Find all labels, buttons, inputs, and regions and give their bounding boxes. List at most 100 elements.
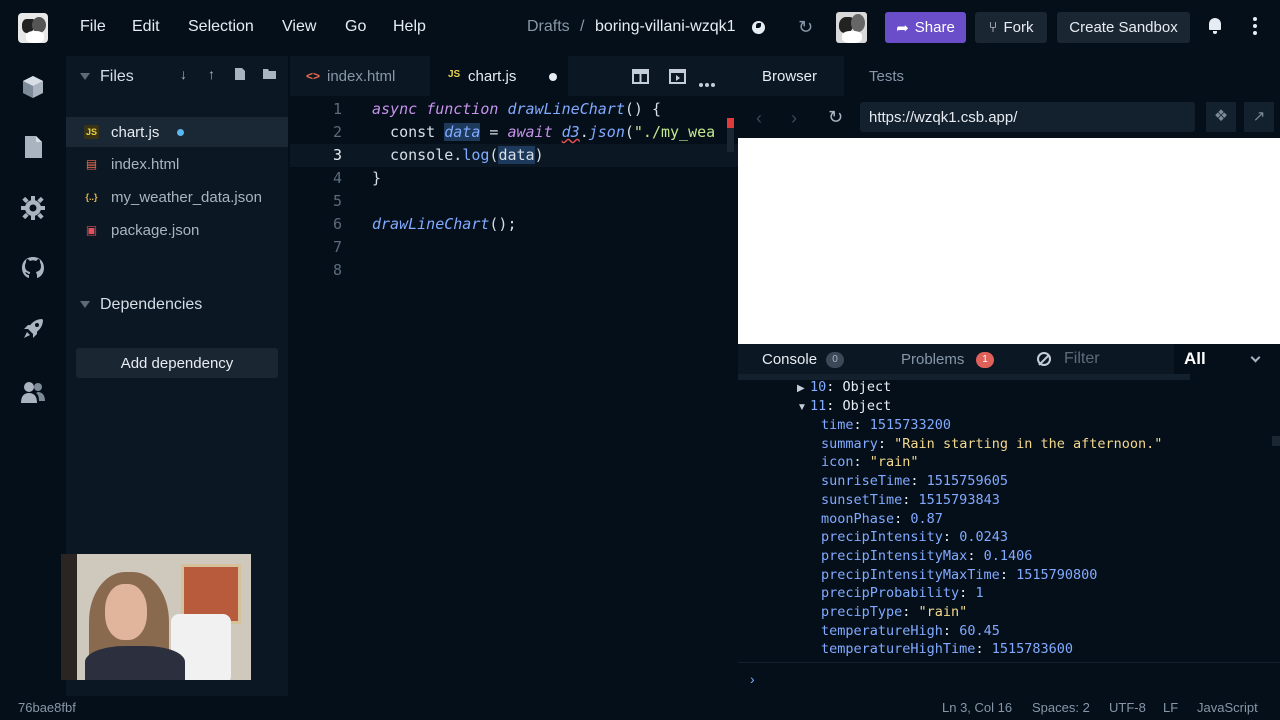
files-section-title[interactable]: Files — [100, 68, 134, 86]
field-key: sunriseTime — [821, 473, 911, 490]
menu-help[interactable]: Help — [393, 18, 426, 36]
object-field: sunriseTime: 1515759605 — [821, 473, 1008, 490]
line-number: 7 — [332, 238, 342, 256]
back-arrow-icon[interactable]: ‹ — [756, 108, 762, 129]
menu-view[interactable]: View — [282, 18, 316, 36]
menu-file[interactable]: File — [80, 18, 106, 36]
field-value: "rain" — [869, 454, 919, 471]
split-view-icon[interactable] — [632, 69, 649, 88]
share-button[interactable]: ➦ Share — [885, 12, 966, 43]
tab-index-html[interactable]: <> index.html — [290, 56, 430, 96]
share-icon: ➦ — [896, 19, 909, 37]
language-mode[interactable]: JavaScript — [1197, 700, 1258, 715]
tab-tests[interactable]: Tests — [844, 56, 944, 96]
clear-console-icon[interactable] — [1037, 352, 1051, 366]
field-key: sunsetTime — [821, 491, 903, 508]
console-entry-collapsed[interactable]: 10: Object — [810, 379, 891, 398]
code-line: 1 async function drawLineChart() { — [290, 98, 738, 121]
url-text: https://wzqk1.csb.app/ — [869, 109, 1018, 126]
tab-browser[interactable]: Browser — [738, 56, 844, 96]
more-horizontal-icon[interactable] — [699, 74, 715, 91]
encoding[interactable]: UTF-8 — [1109, 700, 1146, 715]
github-icon[interactable] — [20, 255, 46, 281]
open-new-window-icon[interactable]: ↗ — [1244, 102, 1274, 132]
file-item-my-weather-data-json[interactable]: {..} my_weather_data.json — [66, 182, 288, 212]
prompt-chevron-icon: › — [750, 671, 755, 687]
cursor-position[interactable]: Ln 3, Col 16 — [942, 700, 1012, 715]
console-filter-input[interactable] — [1064, 347, 1174, 371]
dependencies-caret-icon[interactable] — [80, 301, 90, 308]
object-field: precipType: "rain" — [821, 604, 968, 620]
breadcrumb-drafts[interactable]: Drafts — [527, 18, 570, 36]
tab-console[interactable]: Console — [762, 351, 817, 368]
tab-label: chart.js — [468, 68, 517, 85]
code-line: 6 drawLineChart(); — [290, 213, 738, 236]
field-value: 0.87 — [910, 510, 943, 527]
file-item-chart-js[interactable]: JS chart.js — [66, 117, 288, 147]
fork-button[interactable]: ⑂ Fork — [975, 12, 1047, 43]
new-folder-icon[interactable] — [262, 67, 277, 83]
cube-icon[interactable] — [20, 74, 46, 100]
code-line-current: 3 console.log(data) — [290, 144, 738, 167]
editor-toolbar — [568, 56, 738, 96]
expand-arrow-icon[interactable]: ▶ — [797, 383, 805, 394]
create-sandbox-button[interactable]: Create Sandbox — [1057, 12, 1190, 43]
console-toolbar: Console 0 Problems 1 All — [738, 344, 1280, 374]
menu-go[interactable]: Go — [345, 18, 366, 36]
log-level-value: All — [1184, 349, 1206, 368]
line-number: 4 — [332, 169, 342, 187]
rocket-icon[interactable] — [20, 316, 46, 342]
console-output: ▶ 10: Object ▼ 11: Object time: 15157332… — [738, 374, 1280, 662]
field-value: 1515733200 — [869, 417, 952, 433]
browser-panel: Browser Tests ‹ › ↻ https://wzqk1.csb.ap… — [738, 56, 1280, 696]
bell-icon[interactable] — [1208, 18, 1222, 34]
object-field: summary: "Rain starting in the afternoon… — [821, 435, 1163, 452]
log-level-select[interactable]: All — [1174, 344, 1280, 374]
console-entry-expanded[interactable]: 11: Object — [810, 398, 891, 417]
status-bar: 76bae8fbf Ln 3, Col 16 Spaces: 2 UTF-8 L… — [0, 696, 1280, 720]
code-editor: <> index.html JS chart.js 1 async functi… — [290, 56, 738, 696]
file-icon[interactable] — [20, 134, 46, 160]
reload-icon[interactable]: ↻ — [828, 107, 843, 128]
field-key: moonPhase — [821, 510, 895, 527]
menu-selection[interactable]: Selection — [188, 18, 254, 36]
tab-label: index.html — [327, 68, 396, 85]
console-input[interactable]: › — [738, 662, 1280, 696]
collapse-arrow-icon[interactable]: ▼ — [797, 402, 807, 413]
sandbox-name[interactable]: boring-villani-wzqk1 — [595, 18, 736, 36]
line-number: 3 — [332, 146, 342, 164]
field-value: 60.45 — [959, 622, 1000, 639]
file-item-package-json[interactable]: ▣ package.json — [66, 215, 288, 245]
users-icon[interactable] — [20, 379, 46, 405]
code-line: 7 — [290, 236, 738, 259]
gear-icon[interactable] — [20, 195, 46, 221]
file-name: chart.js — [111, 124, 160, 141]
dependencies-section-title[interactable]: Dependencies — [100, 296, 202, 314]
indentation[interactable]: Spaces: 2 — [1032, 700, 1090, 715]
line-ending[interactable]: LF — [1163, 700, 1178, 715]
refresh-icon[interactable]: ↻ — [798, 17, 813, 38]
forward-arrow-icon[interactable]: › — [791, 108, 797, 129]
new-file-icon[interactable] — [234, 67, 246, 84]
globe-icon[interactable] — [752, 21, 765, 34]
share-label: Share — [914, 19, 955, 36]
file-item-index-html[interactable]: ▤ index.html — [66, 149, 288, 179]
address-bar[interactable]: https://wzqk1.csb.app/ — [860, 102, 1195, 132]
tab-chart-js[interactable]: JS chart.js — [430, 56, 568, 96]
download-icon[interactable]: ↓ — [180, 66, 187, 82]
files-caret-icon[interactable] — [80, 73, 90, 80]
add-dependency-button[interactable]: Add dependency — [76, 348, 278, 378]
preview-frame[interactable] — [738, 138, 1280, 344]
avatar[interactable] — [836, 12, 867, 43]
preview-icon[interactable] — [669, 69, 686, 88]
more-vertical-icon[interactable] — [1252, 17, 1258, 39]
codesandbox-icon[interactable]: ❖ — [1206, 102, 1236, 132]
console-vertical-scrollbar[interactable] — [1272, 436, 1280, 446]
webcam-overlay — [61, 554, 251, 680]
sandbox-logo[interactable] — [18, 13, 48, 43]
upload-icon[interactable]: ↑ — [208, 66, 215, 82]
entry-label: Object — [842, 379, 892, 395]
unsaved-dot-icon[interactable] — [549, 73, 557, 81]
menu-edit[interactable]: Edit — [132, 18, 160, 36]
tab-problems[interactable]: Problems — [901, 351, 964, 368]
